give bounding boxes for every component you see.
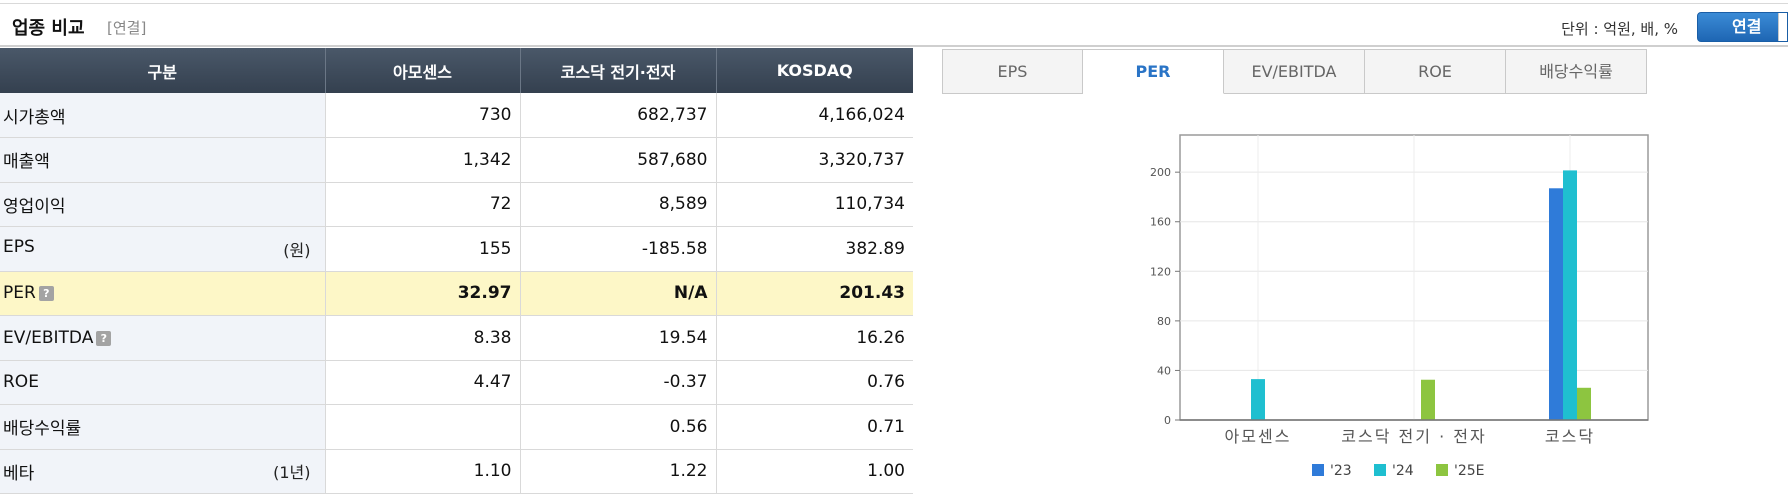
cell-value: 382.89 [716, 226, 913, 272]
table-row: EPS (원) 155 -185.58 382.89 [0, 226, 913, 272]
cell-value: 4,166,024 [716, 93, 913, 138]
cell-value: 8.38 [325, 315, 521, 361]
table-row: 매출액 1,342 587,680 3,320,737 [0, 137, 913, 183]
bar [1251, 379, 1265, 420]
cell-value: 0.76 [716, 360, 913, 405]
row-unit: (원) [283, 240, 311, 260]
header-industry: 코스닥 전기·전자 [520, 48, 717, 93]
legend-label: '25E [1454, 463, 1485, 479]
y-tick-label: 120 [1150, 265, 1171, 278]
cell-value: 8,589 [520, 182, 717, 227]
table-row: 시가총액 730 682,737 4,166,024 [0, 93, 913, 138]
cell-value: 110,734 [716, 182, 913, 227]
header-category: 구분 [0, 48, 326, 93]
legend-swatch [1374, 464, 1386, 476]
cell-value: 4.47 [325, 360, 521, 405]
legend-swatch [1436, 464, 1448, 476]
cell-value: 32.97 [325, 271, 521, 316]
row-label: EV/EBITDA? [0, 315, 326, 361]
legend-label: '23 [1330, 463, 1352, 479]
tab-per[interactable]: PER [1083, 49, 1224, 94]
section-title: 업종 비교 [12, 18, 85, 39]
tab-dividend-yield[interactable]: 배당수익률 [1506, 49, 1647, 94]
row-label: 영업이익 [0, 182, 326, 227]
row-label: ROE [0, 360, 326, 405]
cell-value: 19.54 [520, 315, 717, 361]
cell-value-negative: -0.37 [520, 360, 717, 405]
cell-value: 1,342 [325, 137, 521, 183]
section-subtitle: [연결] [107, 19, 147, 37]
bar [1549, 188, 1563, 420]
per-bar-chart: 0 40 80 120 160 200 아모센스 코스닥 전기 · 전자 코스닥 '23 '24 '2… [1150, 134, 1649, 479]
cell-value: 16.26 [716, 315, 913, 361]
cell-value: 682,737 [520, 93, 717, 138]
cell-value [325, 404, 521, 450]
cell-value: 72 [325, 182, 521, 227]
cell-value: 3,320,737 [716, 137, 913, 183]
y-tick-label: 0 [1164, 414, 1171, 427]
industry-comparison-table: 구분 아모센스 코스닥 전기·전자 KOSDAQ 시가총액 730 682,73… [0, 48, 913, 494]
x-category-label: 코스닥 [1545, 427, 1595, 446]
metric-tabs: EPS PER EV/EBITDA ROE 배당수익률 [942, 49, 1647, 94]
row-label: EPS (원) [0, 226, 326, 272]
tab-eps[interactable]: EPS [942, 49, 1083, 94]
table-header-row: 구분 아모센스 코스닥 전기·전자 KOSDAQ [0, 48, 913, 93]
header-company: 아모센스 [325, 48, 521, 93]
tab-ev-ebitda[interactable]: EV/EBITDA [1224, 49, 1365, 94]
cell-value-negative: -185.58 [520, 226, 717, 272]
cell-value: 0.71 [716, 404, 913, 450]
row-label: 배당수익률 [0, 404, 326, 450]
y-tick-label: 40 [1157, 364, 1171, 377]
bar [1421, 379, 1435, 420]
tab-roe[interactable]: ROE [1365, 49, 1506, 94]
consolidated-button[interactable]: 연결 [1697, 12, 1788, 42]
table-row: ROE 4.47 -0.37 0.76 [0, 360, 913, 405]
table-row: 배당수익률 0.56 0.71 [0, 404, 913, 450]
bar [1563, 170, 1577, 420]
legend-swatch [1312, 464, 1324, 476]
table-row: 베타 (1년) 1.10 1.22 1.00 [0, 449, 913, 494]
row-label: 베타 (1년) [0, 449, 326, 494]
legend-label: '24 [1392, 463, 1414, 479]
section-header: 업종 비교 [연결] 단위 : 억원, 배, % 연결 [0, 3, 1788, 47]
row-label: 매출액 [0, 137, 326, 183]
cell-value: 587,680 [520, 137, 717, 183]
cell-value: N/A [520, 271, 717, 316]
cell-value: 0.56 [520, 404, 717, 450]
table-row: EV/EBITDA? 8.38 19.54 16.26 [0, 315, 913, 361]
x-category-label: 아모센스 [1225, 427, 1292, 446]
row-label: PER? [0, 271, 326, 316]
cell-value: 155 [325, 226, 521, 272]
help-icon[interactable]: ? [38, 286, 54, 302]
y-tick-label: 160 [1150, 216, 1171, 229]
unit-label: 단위 : 억원, 배, % [1561, 20, 1678, 38]
x-category-label: 코스닥 전기 · 전자 [1341, 427, 1486, 446]
table-row-highlighted: PER? 32.97 N/A 201.43 [0, 271, 913, 316]
bar [1577, 387, 1591, 420]
y-tick-label: 200 [1150, 166, 1171, 179]
table-row: 영업이익 72 8,589 110,734 [0, 182, 913, 227]
row-unit: (1년) [273, 462, 311, 482]
cell-value: 1.00 [716, 449, 913, 494]
help-icon[interactable]: ? [96, 330, 112, 346]
header-market: KOSDAQ [716, 48, 913, 93]
cell-value: 201.43 [716, 271, 913, 316]
cell-value: 730 [325, 93, 521, 138]
cell-value: 1.10 [325, 449, 521, 494]
row-label: 시가총액 [0, 93, 326, 138]
y-tick-label: 80 [1157, 315, 1171, 328]
cell-value: 1.22 [520, 449, 717, 494]
